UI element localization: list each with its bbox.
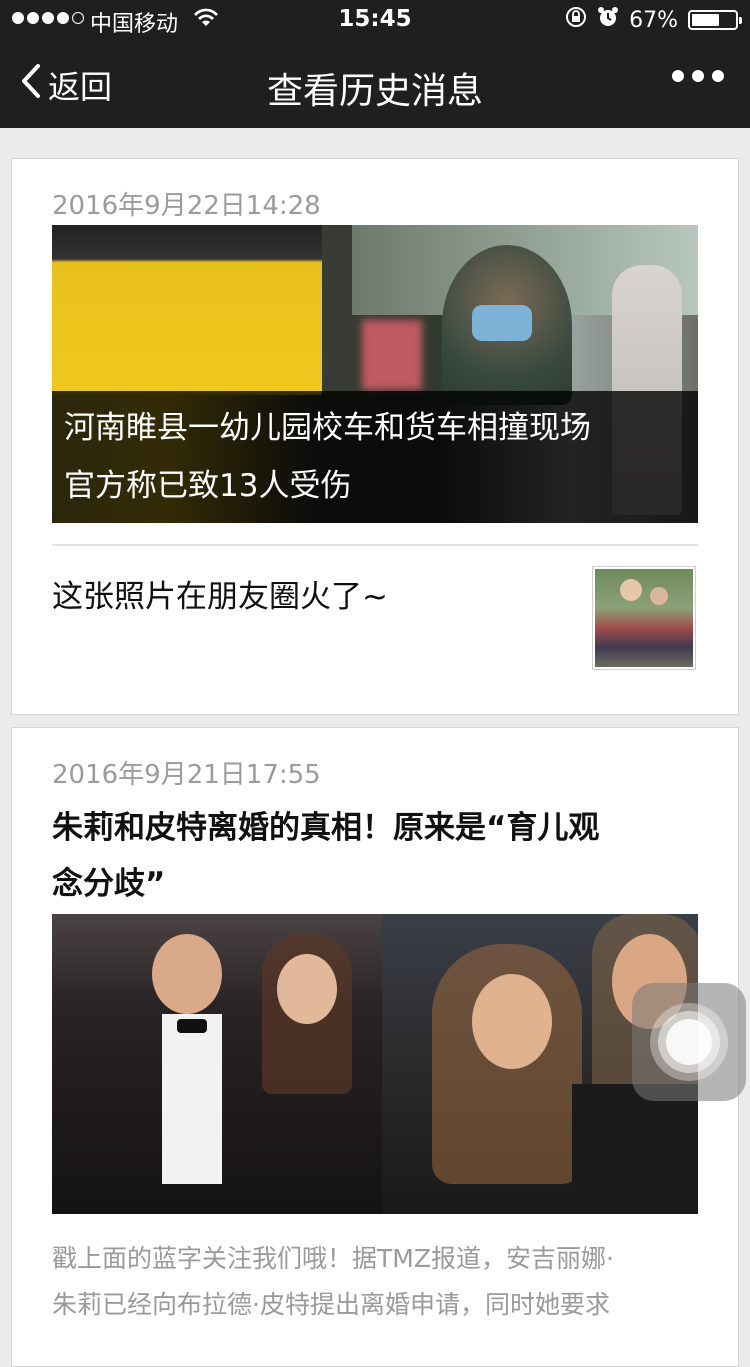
sub-article-title[interactable]: 这张照片在朋友圈火了~	[52, 571, 388, 616]
summary-line: 戳上面的蓝字关注我们哦！据TMZ报道，安吉丽娜·	[52, 1244, 614, 1273]
article-summary: 戳上面的蓝字关注我们哦！据TMZ报道，安吉丽娜· 朱莉已经向布拉德·皮特提出离婚…	[52, 1236, 702, 1328]
battery-fill	[692, 14, 719, 26]
article-cover-image[interactable]	[52, 914, 698, 1214]
sub-article-thumbnail[interactable]	[592, 566, 696, 670]
status-right: 67%	[565, 6, 742, 34]
message-card: 2016年9月22日14:28 河南睢县一幼儿园校车和货车相撞现场 官方称已致1…	[11, 158, 739, 715]
cover-face	[277, 954, 337, 1024]
status-bar: 中国移动 15:45 67%	[0, 0, 750, 40]
battery-percent: 67%	[629, 7, 678, 33]
hero-image-mask	[472, 305, 532, 341]
cover-bowtie	[177, 1019, 207, 1033]
more-dot	[692, 70, 704, 82]
hero-caption: 河南睢县一幼儿园校车和货车相撞现场 官方称已致13人受伤	[52, 391, 698, 523]
cover-face	[472, 974, 552, 1069]
cover-face	[152, 934, 222, 1014]
assistive-touch-button[interactable]	[632, 983, 746, 1101]
headline-line: 朱莉和皮特离婚的真相！原来是“育儿观	[52, 810, 600, 846]
message-date: 2016年9月21日17:55	[52, 760, 321, 790]
battery-icon	[688, 10, 742, 30]
hero-article[interactable]: 河南睢县一幼儿园校车和货车相撞现场 官方称已致13人受伤	[52, 225, 698, 523]
navigation-bar: 返回 查看历史消息	[0, 40, 750, 128]
more-dot	[672, 70, 684, 82]
message-date: 2016年9月22日14:28	[52, 191, 321, 221]
thumbnail-image	[595, 569, 693, 667]
hero-image-blur	[362, 320, 422, 390]
more-dot	[712, 70, 724, 82]
top-bar: 中国移动 15:45 67% 返回 查看历史消息	[0, 0, 750, 128]
hero-caption-line: 官方称已致13人受伤	[64, 468, 352, 504]
cover-shirt	[162, 1014, 222, 1184]
cover-suit	[572, 1084, 698, 1214]
assistive-touch-ring	[666, 1019, 712, 1065]
headline-line: 念分歧”	[52, 866, 166, 902]
summary-line: 朱莉已经向布拉德·皮特提出离婚申请，同时她要求	[52, 1290, 610, 1319]
hero-caption-line: 河南睢县一幼儿园校车和货车相撞现场	[64, 410, 591, 446]
rotation-lock-icon	[565, 6, 587, 34]
article-headline[interactable]: 朱莉和皮特离婚的真相！原来是“育儿观 念分歧”	[52, 800, 702, 912]
page-title: 查看历史消息	[266, 71, 483, 112]
hero-image-bus	[52, 225, 322, 395]
more-options-icon[interactable]	[672, 70, 724, 82]
message-card: 2016年9月21日17:55 朱莉和皮特离婚的真相！原来是“育儿观 念分歧” …	[11, 727, 739, 1367]
alarm-icon	[597, 6, 619, 34]
divider	[52, 544, 698, 546]
